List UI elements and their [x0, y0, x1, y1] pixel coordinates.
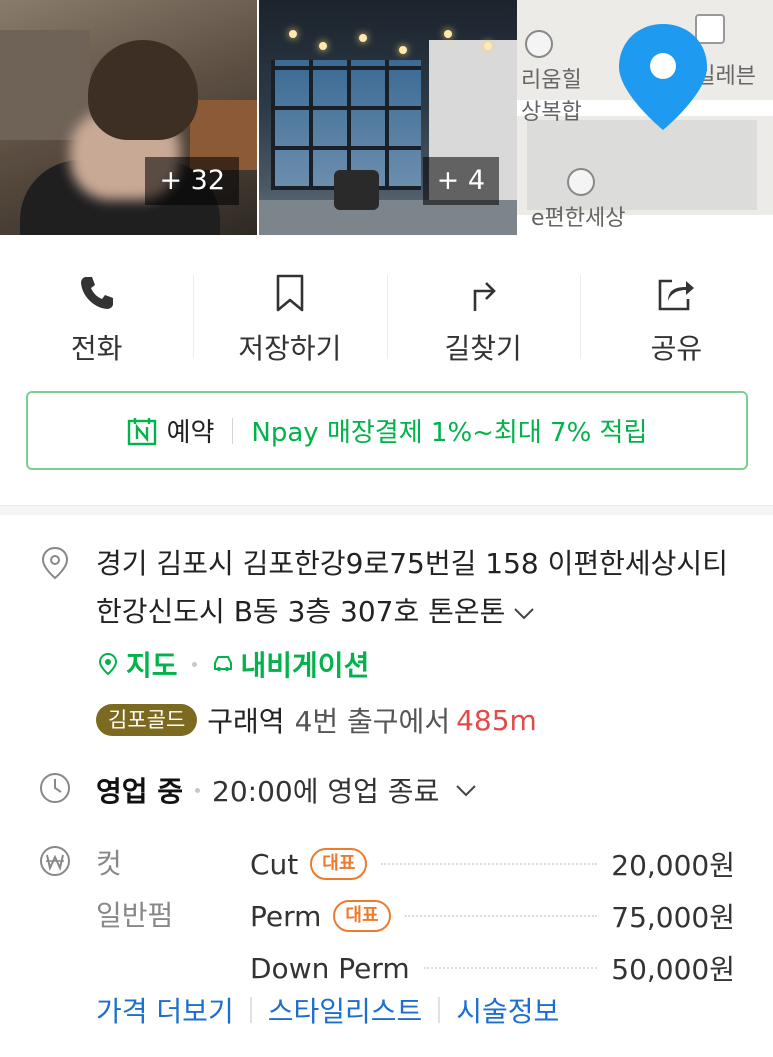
station-distance: 485m [456, 703, 537, 737]
save-label: 저장하기 [238, 332, 342, 365]
photo-light [399, 46, 407, 54]
subway-info: 김포골드 구래역 4번 출구에서 485m [96, 700, 537, 740]
naver-booking-icon [127, 417, 156, 445]
address-links: 지도 내비게이션 [96, 644, 369, 684]
price-row: Cut 대표 20,000원 [250, 838, 735, 890]
share-button[interactable]: 공유 [579, 235, 773, 385]
business-hours[interactable]: 영업 중 20:00에 영업 종료 [96, 770, 479, 810]
subway-line-badge: 김포골드 [96, 704, 198, 736]
price-row: Perm 대표 75,000원 [250, 890, 735, 942]
call-label: 전화 [70, 332, 123, 365]
divider [249, 997, 252, 1023]
leader-dots [423, 967, 598, 969]
price-category: 일반펌 [96, 899, 174, 932]
map-link-label: 지도 [126, 649, 178, 682]
map-link[interactable]: 지도 [96, 644, 178, 684]
more-links: 가격 더보기 스타일리스트 시술정보 [96, 990, 559, 1030]
map-label: e편한세상 [531, 206, 626, 231]
map-pin-icon [98, 652, 118, 676]
photo-light [359, 34, 367, 42]
photo-count-badge: + 4 [422, 157, 499, 205]
share-label: 공유 [650, 332, 703, 365]
npay-promo-text: Npay 매장결제 1%~최대 7% 적립 [251, 418, 648, 448]
representative-badge: 대표 [310, 848, 368, 880]
clock-icon [40, 773, 70, 803]
map-thumbnail[interactable]: 리움힐 상복합 븐일레븐 e편한세상 [517, 0, 773, 235]
photo-thumbnail-2[interactable]: + 4 [259, 0, 517, 235]
directions-button[interactable]: 길찾기 [386, 235, 580, 385]
divider [438, 997, 441, 1023]
map-label: 리움힐 [521, 68, 582, 93]
call-button[interactable]: 전화 [0, 235, 193, 385]
service-name: Cut [250, 847, 299, 881]
map-block [527, 120, 757, 210]
service-price: 50,000원 [611, 953, 735, 986]
map-poi-icon [525, 30, 553, 58]
photo-light [319, 42, 327, 50]
photo-light [484, 42, 492, 50]
location-pin-icon [619, 24, 707, 130]
photo-person-hair [88, 40, 198, 140]
price-list: Cut 대표 20,000원 Perm 대표 75,000원 Down Perm… [250, 838, 735, 994]
dot-separator [191, 661, 197, 667]
photo-light [444, 30, 452, 38]
car-icon [213, 656, 232, 671]
closing-time: 20:00에 영업 종료 [212, 775, 440, 808]
address-text: 경기 김포시 김포한강9로75번길 158 이편한세상시티 한강신도시 B동 3… [96, 547, 728, 628]
leader-dots [404, 915, 598, 917]
reservation-banner[interactable]: 예약 Npay 매장결제 1%~최대 7% 적립 [26, 391, 748, 470]
map-poi-icon [567, 168, 595, 196]
navigation-link[interactable]: 내비게이션 [211, 644, 370, 684]
station-exit: 4번 출구에서 [294, 705, 451, 738]
open-status: 영업 중 [96, 775, 184, 808]
treatment-info-link[interactable]: 시술정보 [456, 990, 559, 1030]
location-marker-icon [41, 546, 69, 580]
service-price: 20,000원 [611, 849, 735, 882]
directions-label: 길찾기 [444, 332, 522, 365]
divider [232, 417, 234, 444]
representative-badge: 대표 [333, 900, 391, 932]
leader-dots [381, 863, 598, 865]
price-more-link[interactable]: 가격 더보기 [96, 990, 234, 1030]
save-button[interactable]: 저장하기 [193, 235, 386, 385]
navigation-link-label: 내비게이션 [240, 649, 370, 682]
reservation-label: 예약 [166, 418, 215, 448]
photo-shelf [0, 30, 90, 140]
bookmark-icon [276, 274, 304, 312]
price-categories: 컷 일반펌 [96, 838, 173, 942]
chevron-down-icon[interactable] [511, 600, 537, 626]
service-name: Down Perm [250, 951, 410, 985]
stylist-link[interactable]: 스타일리스트 [268, 990, 423, 1030]
phone-icon [80, 277, 113, 309]
dot-separator [195, 787, 201, 793]
photo-strip: + 32 + 4 리움힐 상복합 븐일레븐 e편한세상 [0, 0, 773, 235]
directions-arrow-icon [473, 282, 496, 311]
price-row: Down Perm 50,000원 [250, 942, 735, 994]
map-label: 상복합 [521, 100, 582, 125]
photo-floor [259, 200, 517, 235]
photo-count-badge: + 32 [145, 157, 239, 205]
won-currency-icon [40, 846, 70, 876]
photo-thumbnail-1[interactable]: + 32 [0, 0, 257, 235]
address-block[interactable]: 경기 김포시 김포한강9로75번길 158 이편한세상시티 한강신도시 B동 3… [96, 540, 736, 636]
photo-light [289, 30, 297, 38]
service-name: Perm [250, 899, 322, 933]
section-divider [0, 505, 773, 515]
station-name: 구래역 [207, 705, 285, 738]
photo-chair [334, 170, 379, 210]
chevron-down-icon [456, 785, 477, 797]
share-icon [659, 279, 695, 311]
price-category: 컷 [96, 847, 122, 880]
service-price: 75,000원 [611, 901, 735, 934]
action-bar: 전화 저장하기 길찾기 공유 [0, 235, 773, 385]
